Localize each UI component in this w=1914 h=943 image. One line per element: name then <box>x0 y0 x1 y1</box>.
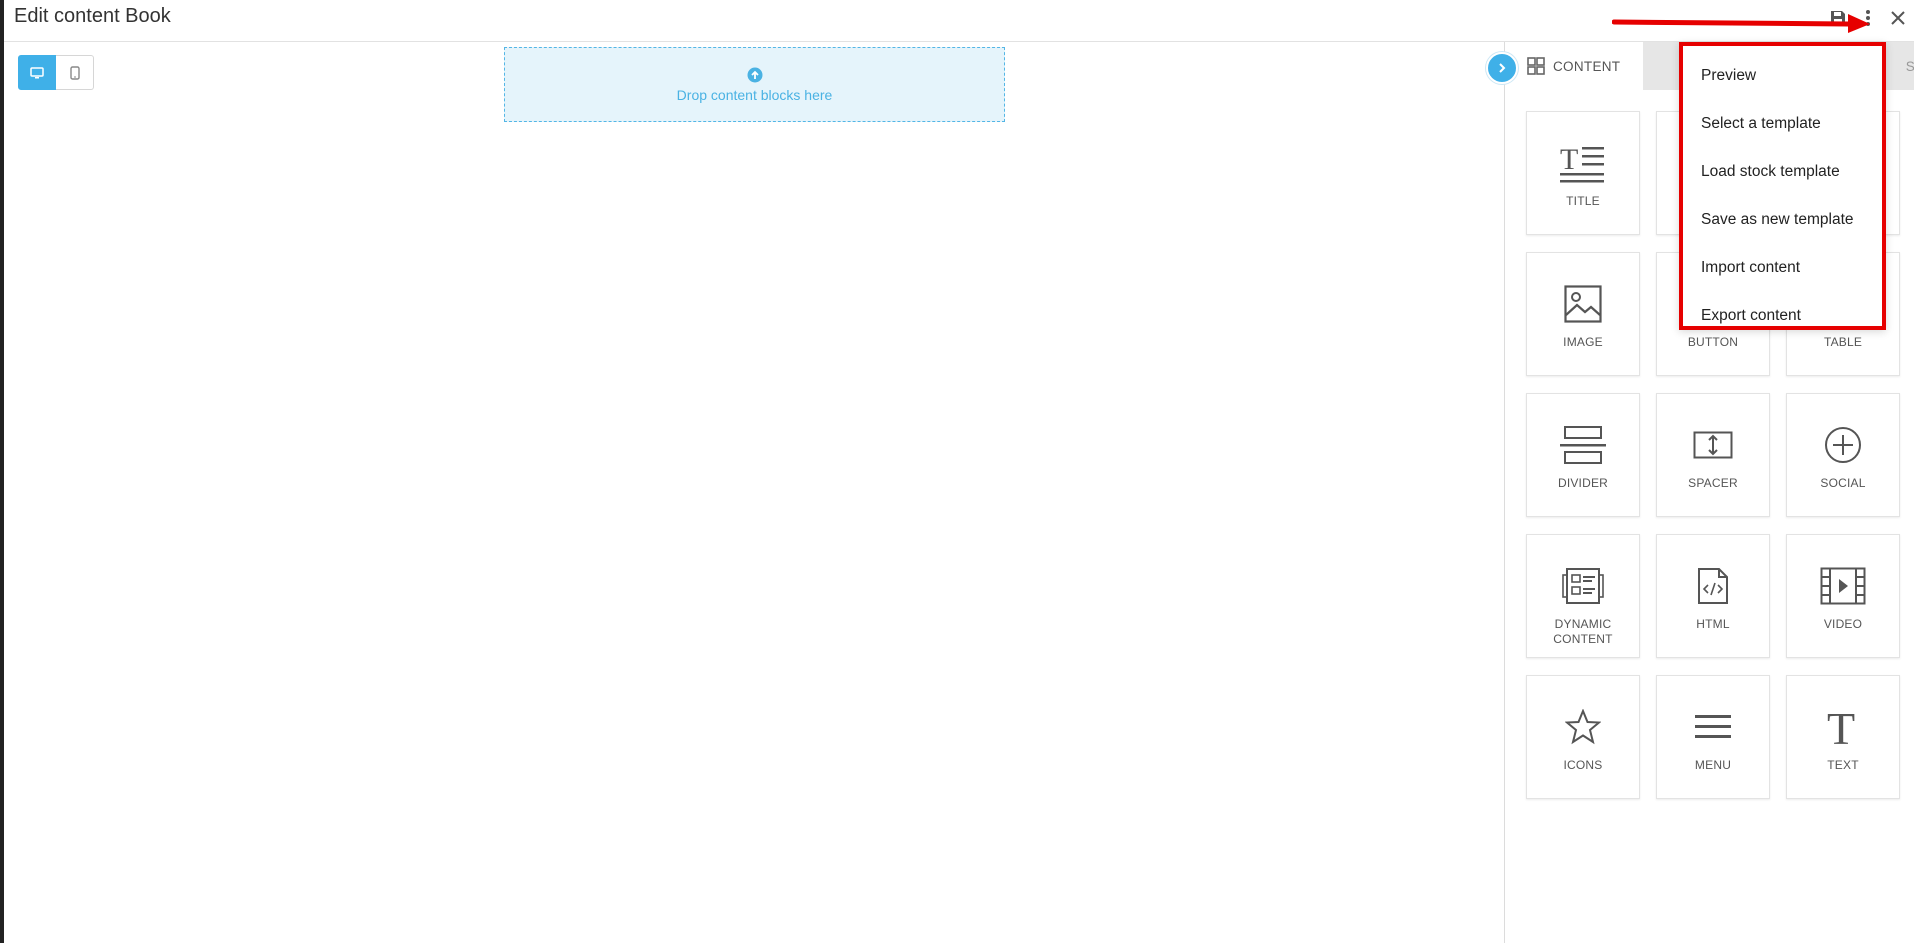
block-menu[interactable]: MENU <box>1656 675 1770 799</box>
annotation-arrow-icon <box>1612 14 1870 33</box>
mobile-icon <box>69 65 80 80</box>
menu-item-save-as-new-template[interactable]: Save as new template <box>1683 196 1882 244</box>
block-icons[interactable]: ICONS <box>1526 675 1640 799</box>
block-label: SOCIAL <box>1820 476 1866 490</box>
block-social[interactable]: SOCIAL <box>1786 393 1900 517</box>
menu-item-load-stock-template[interactable]: Load stock template <box>1683 148 1882 196</box>
block-divider[interactable]: DIVIDER <box>1526 393 1640 517</box>
block-label: HTML <box>1696 617 1730 631</box>
menu-item-preview[interactable]: Preview <box>1683 52 1882 100</box>
block-label: VIDEO <box>1823 617 1863 631</box>
divider-icon <box>1560 426 1606 464</box>
collapse-panel-button[interactable] <box>1486 52 1518 84</box>
editor-app: Edit content Book Drop content blocks he… <box>0 0 1914 943</box>
more-options-dropdown: Preview Select a template Load stock tem… <box>1679 42 1886 330</box>
block-image[interactable]: IMAGE <box>1526 252 1640 376</box>
block-video[interactable]: VIDEO <box>1786 534 1900 658</box>
spacer-icon <box>1693 431 1733 459</box>
text-icon: T <box>1827 706 1855 748</box>
device-toggle <box>18 55 94 90</box>
mobile-view-button[interactable] <box>56 55 94 90</box>
drop-zone[interactable]: Drop content blocks here <box>504 47 1005 122</box>
star-icon <box>1565 709 1601 745</box>
block-title[interactable]: T TITLE <box>1526 111 1640 235</box>
social-icon <box>1825 427 1861 463</box>
title-icon: T <box>1560 143 1604 183</box>
dynamic-content-icon <box>1562 568 1604 604</box>
block-label: TITLE <box>1566 194 1600 208</box>
svg-text:T: T <box>1560 143 1578 176</box>
video-icon <box>1820 567 1866 605</box>
block-label: TEXT <box>1827 758 1859 772</box>
tab-content[interactable]: CONTENT <box>1505 42 1643 90</box>
page-title: Edit content Book <box>14 5 171 27</box>
block-label: DIVIDER <box>1557 476 1609 490</box>
svg-text:T: T <box>1827 706 1855 748</box>
block-label: MENU <box>1694 758 1732 772</box>
block-label: ICONS <box>1563 758 1603 772</box>
block-label: IMAGE <box>1563 335 1603 349</box>
close-icon[interactable] <box>1886 6 1910 30</box>
block-spacer[interactable]: SPACER <box>1656 393 1770 517</box>
tab-content-label: CONTENT <box>1553 58 1621 74</box>
block-dynamic-content[interactable]: DYNAMIC CONTENT <box>1526 534 1640 658</box>
menu-item-export-content[interactable]: Export content <box>1683 292 1882 340</box>
block-label: DYNAMIC CONTENT <box>1553 617 1613 646</box>
upload-arrow-icon <box>747 67 762 82</box>
menu-item-select-template[interactable]: Select a template <box>1683 100 1882 148</box>
desktop-view-button[interactable] <box>18 55 56 90</box>
tab-settings-label: S <box>1905 58 1914 74</box>
block-label: SPACER <box>1688 476 1738 490</box>
html-icon <box>1698 568 1728 604</box>
image-icon <box>1564 285 1602 323</box>
chevron-right-icon <box>1499 63 1506 73</box>
grid-icon <box>1527 57 1545 75</box>
desktop-icon <box>30 66 44 78</box>
menu-item-import-content[interactable]: Import content <box>1683 244 1882 292</box>
drop-zone-text: Drop content blocks here <box>676 86 833 103</box>
menu-icon <box>1695 715 1731 738</box>
block-text[interactable]: T TEXT <box>1786 675 1900 799</box>
block-html[interactable]: HTML <box>1656 534 1770 658</box>
